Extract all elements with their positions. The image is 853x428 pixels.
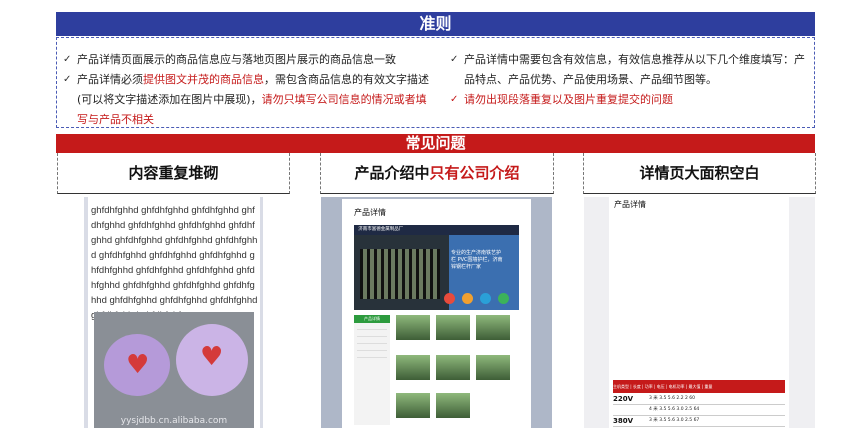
check-icon: ✓ (63, 54, 72, 65)
divider (357, 350, 387, 351)
card-company-only-title: 产品介绍中只有公司介绍 (320, 153, 554, 194)
heart-icon: ♥ (200, 342, 224, 372)
company-name: 济南市富德金属制品厂 (358, 227, 404, 232)
card2-title-normal: 产品介绍中 (354, 164, 430, 182)
blank-space-example: 产品详情 主机类型 | 长度 | 功率 | 电压 | 电机功率 | 最大值 | … (584, 197, 815, 428)
rules-right-column: ✓ 产品详情中需要包含有效信息，有效信息推荐从以下几个维度填写：产品特点、产品优势… (450, 50, 810, 110)
product-grid: 产品详情 (354, 315, 519, 425)
rules-box: ✓ 产品详情页面展示的商品信息应与落地页图片展示的商品信息一致 ✓ 产品详情必须提供图… (56, 37, 815, 128)
rule-item: ✓ 产品详情页面展示的商品信息应与落地页图片展示的商品信息一致 (63, 50, 433, 70)
faq-title: 常见问题 (405, 134, 466, 152)
divider (357, 343, 387, 344)
repeat-content-page: ghfdhfghhd ghfdhfghhd ghfdhfghhd ghfdhfg… (88, 197, 260, 428)
feature-dot (498, 293, 509, 304)
rule-text-highlight: 提供图文并茂的商品信息 (143, 73, 264, 86)
page-title: 产品详情 (354, 208, 386, 217)
rules-banner: 准则 (56, 12, 815, 36)
card-repeat-content-title: 内容重复堆砌 (57, 153, 290, 194)
rules-left-column: ✓ 产品详情页面展示的商品信息应与落地页图片展示的商品信息一致 ✓ 产品详情必须提供图… (63, 50, 433, 130)
blank-space-page: 产品详情 主机类型 | 长度 | 功率 | 电压 | 电机功率 | 最大值 | … (609, 197, 789, 428)
repeat-content-example: ghfdhfghhd ghfdhfghhd ghfdhfghhd ghfdhfg… (84, 197, 263, 428)
rule-item: ✓ 产品详情中需要包含有效信息，有效信息推荐从以下几个维度填写：产品特点、产品优势… (450, 50, 810, 90)
rule-text: 产品详情页面展示的商品信息应与落地页图片展示的商品信息一致 (77, 53, 396, 66)
rules-title: 准则 (419, 14, 452, 33)
sidebar-header: 产品详情 (354, 315, 390, 323)
repeated-filler-text: ghfdhfghhd ghfdhfghhd ghfdhfghhd ghfdhfg… (91, 205, 258, 321)
product-thumbnail (396, 355, 430, 380)
card2-title-red: 只有公司介绍 (429, 164, 520, 182)
rule-text: 产品详情中需要包含有效信息，有效信息推荐从以下几个维度填写：产品特点、产品优势、… (464, 53, 805, 86)
sidebar: 产品详情 (354, 315, 390, 425)
row-values: 3 米 3.5 5.6 3.0 2.5 67 (649, 418, 700, 423)
feature-dot (480, 293, 491, 304)
page-title: 产品详情 (614, 200, 646, 209)
check-icon: ✓ (450, 94, 459, 105)
divider (357, 336, 387, 337)
table-row: 380V 3 米 3.5 5.6 3.0 2.5 67 (613, 416, 785, 427)
rule-item: ✓ 产品详情必须提供图文并茂的商品信息，需包含商品信息的有效文字描述(可以将文字描… (63, 70, 433, 130)
company-only-example: 产品详情 济南市富德金属制品厂 专业的生产济南铁艺护栏 PVC围墙护栏，济南锌钢… (321, 197, 552, 428)
table-row: 4 米 3.5 5.6 3.0 2.5 64 (613, 405, 785, 416)
spec-table: 主机类型 | 长度 | 功率 | 电压 | 电机功率 | 最大值 | 重量 22… (613, 380, 785, 428)
product-thumbnail (476, 355, 510, 380)
divider (357, 357, 387, 358)
table-row: 220V 3 米 3.5 5.6 2.2 2 60 (613, 394, 785, 405)
check-icon: ✓ (450, 54, 459, 65)
product-thumbnail (396, 315, 430, 340)
company-header: 济南市富德金属制品厂 (354, 225, 519, 235)
check-icon: ✓ (63, 74, 72, 85)
fence-image (360, 249, 440, 299)
mousepad-image: ♥ ♥ yysjdbb.cn.alibaba.com (94, 312, 254, 428)
feature-dot (444, 293, 455, 304)
product-thumbnail (436, 393, 470, 418)
company-only-page: 产品详情 济南市富德金属制品厂 专业的生产济南铁艺护栏 PVC围墙护栏，济南锌钢… (342, 199, 531, 428)
rule-text: 产品详情必须 (77, 73, 143, 86)
rule-text-highlight: 请勿出现段落重复以及图片重复提交的问题 (464, 93, 673, 106)
row-values: 3 米 3.5 5.6 2.2 2 60 (649, 396, 696, 401)
product-thumbnail (436, 355, 470, 380)
heart-icon: ♥ (126, 350, 150, 380)
product-thumbnail (476, 315, 510, 340)
product-thumbnail (436, 315, 470, 340)
row-values: 4 米 3.5 5.6 3.0 2.5 64 (649, 407, 700, 412)
card3-title-text: 详情页大面积空白 (639, 164, 760, 182)
faq-banner: 常见问题 (56, 134, 815, 153)
spec-table-header: 主机类型 | 长度 | 功率 | 电压 | 电机功率 | 最大值 | 重量 (613, 380, 785, 393)
hero-banner: 专业的生产济南铁艺护栏 PVC围墙护栏，济南锌钢栏杆厂家 (354, 235, 519, 310)
hero-text: 专业的生产济南铁艺护栏 PVC围墙护栏，济南锌钢栏杆厂家 (451, 250, 503, 270)
divider (357, 329, 387, 330)
rule-item: ✓ 请勿出现段落重复以及图片重复提交的问题 (450, 90, 810, 110)
voltage-label: 380V (613, 417, 634, 425)
feature-dot (462, 293, 473, 304)
image-watermark: yysjdbb.cn.alibaba.com (120, 416, 228, 426)
voltage-label: 220V (613, 395, 634, 403)
card1-title-text: 内容重复堆砌 (128, 164, 219, 182)
product-thumbnail (396, 393, 430, 418)
card-blank-space-title: 详情页大面积空白 (583, 153, 816, 194)
